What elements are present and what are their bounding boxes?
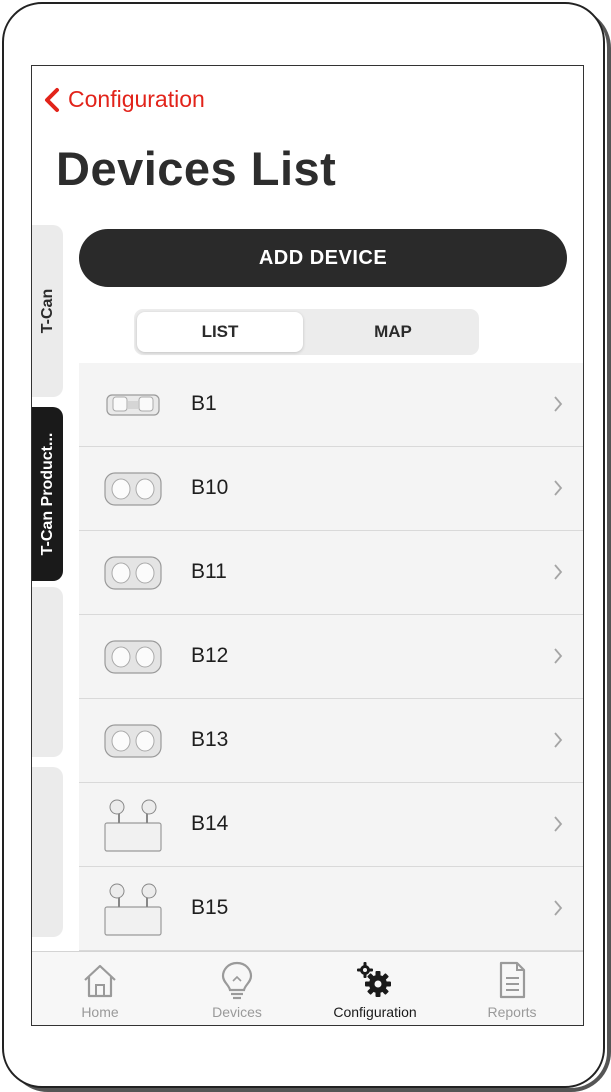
device-row[interactable]: B1 (79, 363, 583, 447)
back-label: Configuration (68, 86, 205, 112)
side-tab-empty[interactable] (32, 587, 63, 757)
chevron-right-icon (554, 816, 563, 832)
chevron-right-icon (554, 900, 563, 916)
map-view-tab[interactable]: MAP (310, 312, 476, 352)
tab-label: Reports (487, 1004, 537, 1020)
chevron-right-icon (554, 564, 563, 580)
tab-home[interactable]: Home (40, 952, 160, 1025)
chevron-right-icon (554, 396, 563, 412)
tab-label: Devices (212, 1004, 262, 1020)
view-toggle: LIST MAP (134, 309, 479, 355)
device-row[interactable]: B12 (79, 615, 583, 699)
device-name: B15 (191, 896, 229, 919)
device-row[interactable]: B13 (79, 699, 583, 783)
device-name: B13 (191, 728, 229, 751)
chevron-left-icon (45, 87, 59, 112)
home-icon (84, 964, 116, 998)
device-name: B12 (191, 644, 229, 667)
document-icon (499, 961, 526, 999)
device-name: B14 (191, 812, 229, 835)
chevron-right-icon (554, 732, 563, 748)
chevron-right-icon (554, 480, 563, 496)
device-name: B1 (191, 392, 217, 415)
gears-icon (357, 962, 391, 997)
tab-label: Configuration (333, 1004, 417, 1020)
page-title: Devices List (56, 142, 337, 195)
lightbulb-icon (221, 961, 253, 1000)
back-button[interactable]: Configuration (42, 86, 205, 113)
add-device-button[interactable]: ADD DEVICE (79, 229, 567, 287)
emergency-light-housing-icon (104, 724, 162, 758)
bottom-tab-bar: Home Devices Configuration Reports (32, 951, 583, 1025)
side-tab-t-can-product[interactable]: T-Can Product... (32, 407, 63, 581)
emergency-light-housing-icon (104, 556, 162, 590)
device-row[interactable]: B10 (79, 447, 583, 531)
twin-head-emergency-light-icon (104, 883, 162, 936)
tab-label: Home (81, 1004, 119, 1020)
side-tab-empty[interactable] (32, 767, 63, 937)
device-list: B1 B10 B11 B12 B13 B14 B15 (79, 363, 583, 951)
emergency-light-housing-icon (104, 472, 162, 506)
tab-configuration[interactable]: Configuration (315, 952, 435, 1025)
device-name: B11 (191, 560, 227, 583)
device-row[interactable]: B11 (79, 531, 583, 615)
side-tab-label: T-Can Product... (38, 432, 56, 556)
twin-head-emergency-light-icon (104, 799, 162, 852)
device-name: B10 (191, 476, 229, 499)
device-row[interactable]: B14 (79, 783, 583, 867)
compact-emergency-light-icon (106, 394, 160, 416)
emergency-light-housing-icon (104, 640, 162, 674)
tab-reports[interactable]: Reports (452, 952, 572, 1025)
side-tab-t-can[interactable]: T-Can (32, 225, 63, 397)
tab-devices[interactable]: Devices (177, 952, 297, 1025)
side-tab-label: T-Can (38, 288, 56, 334)
chevron-right-icon (554, 648, 563, 664)
app-screen: Configuration Devices List T-Can T-Can P… (31, 65, 584, 1026)
list-view-tab[interactable]: LIST (137, 312, 303, 352)
device-row[interactable]: B15 (79, 867, 583, 951)
